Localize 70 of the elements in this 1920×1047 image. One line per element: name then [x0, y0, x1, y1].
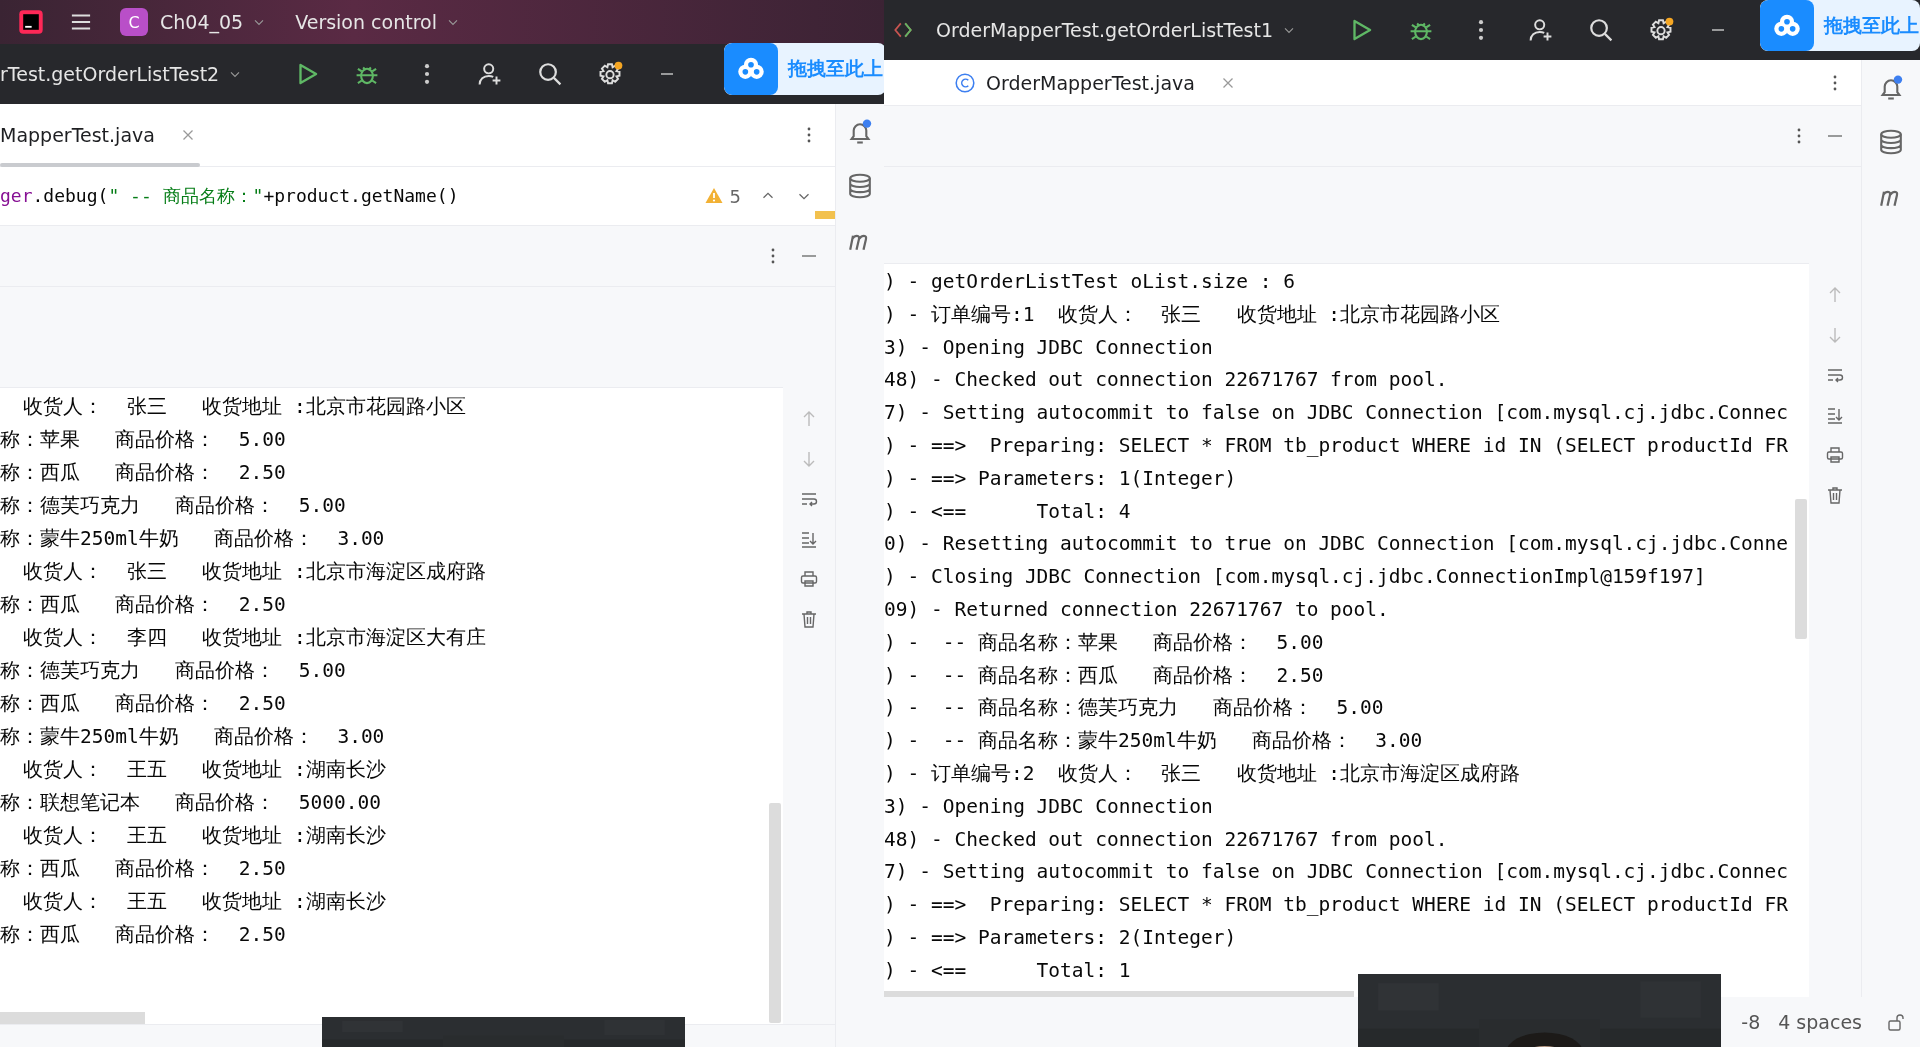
- console-line: 48) - Checked out connection 22671767 from pool.: [884, 367, 1449, 394]
- print-icon[interactable]: [799, 569, 819, 589]
- search-icon[interactable]: [1588, 17, 1615, 43]
- search-icon[interactable]: [537, 61, 563, 87]
- upload-label: 拖拽至此上: [1824, 12, 1919, 38]
- print-icon[interactable]: [1825, 445, 1845, 465]
- console-line: ) - -- 商品名称：蒙牛250ml牛奶 商品价格： 3.00: [884, 728, 1424, 755]
- add-user-icon[interactable]: [477, 61, 503, 87]
- run-configuration[interactable]: rTest.getOrderListTest2: [0, 63, 244, 85]
- console-line: ) - <== Total: 4: [884, 498, 1132, 525]
- console-line: ) - -- 商品名称：西瓜 商品价格： 2.50: [884, 662, 1325, 689]
- console-line: 称：西瓜 商品价格： 2.50: [0, 460, 287, 486]
- console-line: 7) - Setting autocommit to false on JDBC Connection [com.mysql.cj.jdbc.Connec: [884, 400, 1789, 427]
- console-line: 3) - Opening JDBC Connection: [884, 334, 1214, 361]
- editor-tab[interactable]: OrderMapperTest.java: [884, 71, 1247, 94]
- console-line: 称：德芙巧克力 商品价格： 5.00: [0, 493, 347, 519]
- console-line: 称：蒙牛250ml牛奶 商品价格： 3.00: [0, 526, 386, 552]
- console-line: ) - -- 商品名称：苹果 商品价格： 5.00: [884, 629, 1325, 656]
- console-line: ) - ==> Parameters: 2(Integer): [884, 924, 1238, 951]
- encoding-indicator[interactable]: -8: [1741, 1011, 1761, 1033]
- console-line: ) - -- 商品名称：德芙巧克力 商品价格： 5.00: [884, 695, 1385, 722]
- warning-marker: [815, 211, 835, 219]
- console-line: ) - 订单编号:2 收货人： 张三 收货地址 :北京市海淀区成府路: [884, 760, 1522, 787]
- editor-tab[interactable]: MapperTest.java: [0, 124, 207, 146]
- lock-icon[interactable]: [1886, 1012, 1906, 1032]
- console-line: 收货人： 王五 收货地址 :湖南长沙: [22, 823, 387, 849]
- console-line: 7) - Setting autocommit to false on JDBC Connection [com.mysql.cj.jdbc.Connec: [884, 859, 1789, 886]
- console-line: 称：德芙巧克力 商品价格： 5.00: [0, 658, 347, 684]
- console-line: 称：联想笔记本 商品价格： 5000.00: [0, 790, 382, 816]
- console-line: 0) - Resetting autocommit to true on JDBC Connection [com.mysql.cj.jdbc.Conne: [884, 531, 1789, 558]
- console-line: 称：蒙牛250ml牛奶 商品价格： 3.00: [0, 724, 386, 750]
- console-line: 收货人： 张三 收货地址 :北京市海淀区成府路: [22, 559, 487, 585]
- warning-icon: [703, 186, 724, 206]
- project-selector[interactable]: C Ch04_05: [120, 8, 268, 36]
- settings-icon[interactable]: [597, 61, 623, 87]
- console-line: 3) - Opening JDBC Connection: [884, 793, 1214, 820]
- console-line: ) - ==> Preparing: SELECT * FROM tb_product WHERE id IN (SELECT productId FR: [884, 892, 1789, 919]
- upload-label: 拖拽至此上: [788, 56, 883, 81]
- console-line: ) - Closing JDBC Connection [com.mysql.cj.jdbc.ConnectionImpl@159f197]: [884, 564, 1707, 591]
- version-control-menu[interactable]: Version control: [295, 11, 461, 33]
- console-line: 称：西瓜 商品价格： 2.50: [0, 856, 287, 882]
- console-line: 收货人： 张三 收货地址 :北京市花园路小区: [22, 394, 467, 420]
- console-line: ) - 订单编号:1 收货人： 张三 收货地址 :北京市花园路小区: [884, 301, 1502, 328]
- console-line: 收货人： 李四 收货地址 :北京市海淀区大有庄: [22, 625, 487, 651]
- console-line: 称：苹果 商品价格： 5.00: [0, 427, 287, 453]
- database-icon[interactable]: [1877, 128, 1905, 156]
- run-configuration[interactable]: OrderMapperTest.getOrderListTest1: [884, 19, 1298, 41]
- database-icon[interactable]: [846, 172, 874, 200]
- console-line: 称：西瓜 商品价格： 2.50: [0, 922, 287, 948]
- console-line: 称：西瓜 商品价格： 2.50: [0, 592, 287, 618]
- console-line: 09) - Returned connection 22671767 to pool.: [884, 596, 1390, 623]
- code-line: ger.debug(" -- 商品名称："+product.getName(): [0, 184, 460, 208]
- app-logo-icon[interactable]: [18, 9, 44, 35]
- indent-indicator[interactable]: 4 spaces: [1778, 1011, 1862, 1033]
- console-line: ) - ==> Preparing: SELECT * FROM tb_product WHERE id IN (SELECT productId FR: [884, 433, 1789, 459]
- scroll-to-end-icon[interactable]: [1825, 405, 1845, 425]
- class-icon: [954, 71, 976, 94]
- console-line: ) - ==> Parameters: 1(Integer): [884, 465, 1238, 492]
- console-line: ) - <== Total: 1: [884, 957, 1132, 984]
- settings-icon[interactable]: [1648, 17, 1675, 43]
- console-line: 收货人： 王五 收货地址 :湖南长沙: [22, 757, 387, 783]
- console-line: 48) - Checked out connection 22671767 from pool.: [884, 826, 1449, 853]
- scroll-to-end-icon[interactable]: [799, 529, 819, 549]
- trash-icon[interactable]: [1825, 485, 1845, 505]
- console-line: 收货人： 王五 收货地址 :湖南长沙: [22, 889, 387, 915]
- console-line: ) - getOrderListTest oList.size : 6: [884, 269, 1296, 295]
- trash-icon[interactable]: [799, 609, 819, 629]
- warning-count[interactable]: 5: [729, 185, 741, 207]
- console-line: 称：西瓜 商品价格： 2.50: [0, 691, 287, 717]
- project-badge: C: [120, 8, 148, 36]
